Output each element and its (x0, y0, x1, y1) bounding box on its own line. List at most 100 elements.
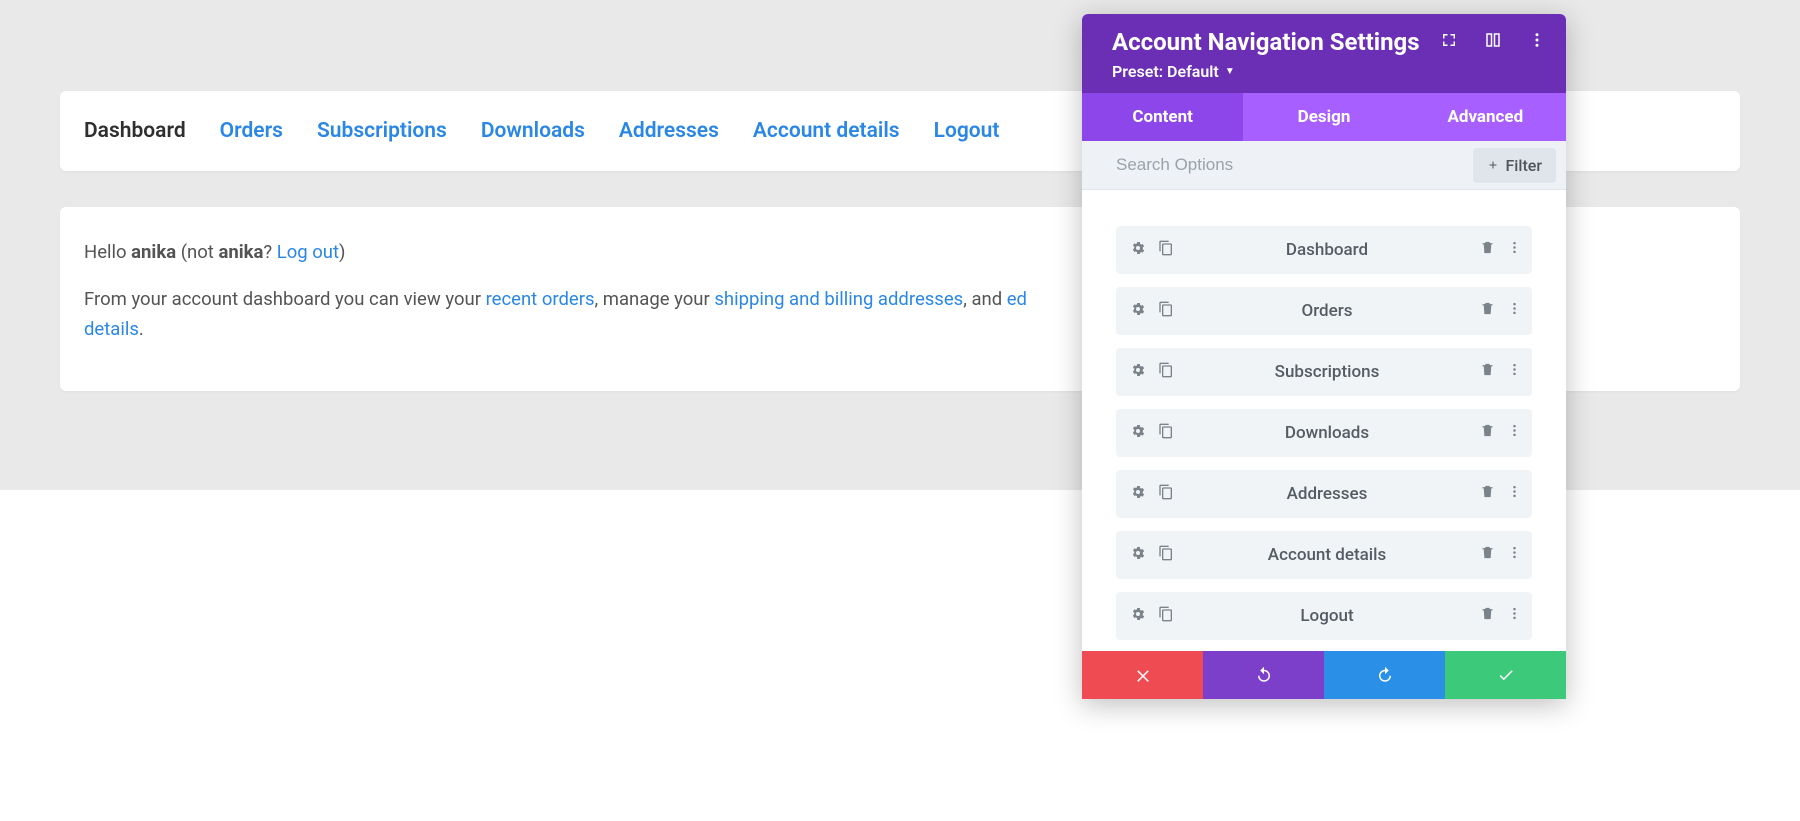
undo-button[interactable] (1203, 651, 1324, 699)
redo-icon (1376, 666, 1394, 684)
item-left-actions (1130, 240, 1174, 261)
check-icon (1497, 666, 1515, 684)
nav-setting-item[interactable]: Account details (1116, 531, 1532, 579)
duplicate-icon[interactable] (1158, 606, 1174, 627)
not-suffix: ? (263, 241, 276, 263)
nav-item-logout[interactable]: Logout (934, 119, 1000, 143)
more-icon[interactable] (1507, 606, 1522, 626)
item-right-actions (1480, 301, 1522, 321)
trash-icon[interactable] (1480, 362, 1495, 382)
item-left-actions (1130, 362, 1174, 383)
nav-item-downloads[interactable]: Downloads (481, 119, 585, 143)
item-label: Orders (1174, 301, 1480, 321)
username: anika (131, 241, 176, 263)
panel-footer (1082, 651, 1566, 699)
greeting-prefix: Hello (84, 241, 131, 263)
more-icon[interactable] (1507, 545, 1522, 565)
item-label: Logout (1174, 606, 1480, 626)
columns-icon[interactable] (1484, 31, 1502, 53)
not-prefix: (not (176, 241, 218, 263)
tab-content[interactable]: Content (1082, 93, 1243, 141)
trash-icon[interactable] (1480, 606, 1495, 626)
save-button[interactable] (1445, 651, 1566, 699)
panel-header: Account Navigation Settings Preset: Defa… (1082, 14, 1566, 93)
trash-icon[interactable] (1480, 545, 1495, 565)
item-label: Account details (1174, 545, 1480, 565)
trash-icon[interactable] (1480, 301, 1495, 321)
body-mid2: , and (963, 288, 1007, 310)
cancel-button[interactable] (1082, 651, 1203, 699)
nav-item-addresses[interactable]: Addresses (619, 119, 719, 143)
gear-icon[interactable] (1130, 606, 1146, 627)
items-list[interactable]: Dashboard Orders Subscriptions Downloads Add… (1082, 190, 1566, 651)
item-left-actions (1130, 545, 1174, 566)
chevron-down-icon: ▼ (1225, 66, 1235, 77)
item-left-actions (1130, 484, 1174, 505)
nav-setting-item[interactable]: Subscriptions (1116, 348, 1532, 396)
trash-icon[interactable] (1480, 484, 1495, 504)
nav-item-orders[interactable]: Orders (220, 119, 283, 143)
body-mid1: , manage your (595, 288, 715, 310)
preset-label: Preset: Default (1112, 62, 1219, 81)
item-label: Subscriptions (1174, 362, 1480, 382)
duplicate-icon[interactable] (1158, 545, 1174, 566)
nav-setting-item[interactable]: Logout (1116, 592, 1532, 640)
more-icon[interactable] (1507, 362, 1522, 382)
panel-header-actions (1440, 31, 1546, 53)
item-label: Addresses (1174, 484, 1480, 504)
expand-icon[interactable] (1440, 31, 1458, 53)
duplicate-icon[interactable] (1158, 240, 1174, 261)
duplicate-icon[interactable] (1158, 362, 1174, 383)
more-icon[interactable] (1507, 423, 1522, 443)
search-row: Filter (1082, 141, 1566, 190)
item-right-actions (1480, 606, 1522, 626)
nav-setting-item[interactable]: Addresses (1116, 470, 1532, 518)
filter-button[interactable]: Filter (1473, 148, 1556, 183)
duplicate-icon[interactable] (1158, 484, 1174, 505)
search-input[interactable] (1082, 141, 1473, 189)
more-icon[interactable] (1528, 31, 1546, 53)
settings-panel: Account Navigation Settings Preset: Defa… (1082, 14, 1566, 699)
gear-icon[interactable] (1130, 362, 1146, 383)
gear-icon[interactable] (1130, 301, 1146, 322)
more-icon[interactable] (1507, 301, 1522, 321)
item-label: Dashboard (1174, 240, 1480, 260)
nav-item-account-details[interactable]: Account details (753, 119, 900, 143)
item-right-actions (1480, 484, 1522, 504)
recent-orders-link[interactable]: recent orders (486, 288, 595, 310)
duplicate-icon[interactable] (1158, 423, 1174, 444)
nav-item-subscriptions[interactable]: Subscriptions (317, 119, 447, 143)
details-link[interactable]: details (84, 318, 139, 340)
logout-link[interactable]: Log out (277, 241, 339, 263)
trash-icon[interactable] (1480, 423, 1495, 443)
item-label: Downloads (1174, 423, 1480, 443)
gear-icon[interactable] (1130, 240, 1146, 261)
nav-setting-item[interactable]: Orders (1116, 287, 1532, 335)
gear-icon[interactable] (1130, 545, 1146, 566)
item-right-actions (1480, 423, 1522, 443)
edit-link-truncated[interactable]: ed (1007, 288, 1027, 310)
more-icon[interactable] (1507, 484, 1522, 504)
preset-selector[interactable]: Preset: Default ▼ (1112, 62, 1546, 81)
gear-icon[interactable] (1130, 484, 1146, 505)
nav-setting-item[interactable]: Downloads (1116, 409, 1532, 457)
plus-icon (1487, 159, 1499, 171)
tab-advanced[interactable]: Advanced (1405, 93, 1566, 141)
item-right-actions (1480, 545, 1522, 565)
undo-icon (1255, 666, 1273, 684)
item-left-actions (1130, 301, 1174, 322)
item-right-actions (1480, 240, 1522, 260)
gear-icon[interactable] (1130, 423, 1146, 444)
shipping-link[interactable]: shipping and billing addresses (714, 288, 963, 310)
panel-header-top: Account Navigation Settings (1112, 28, 1546, 56)
nav-setting-item[interactable]: Dashboard (1116, 226, 1532, 274)
redo-button[interactable] (1324, 651, 1445, 699)
filter-label: Filter (1505, 156, 1542, 175)
tab-design[interactable]: Design (1243, 93, 1404, 141)
item-left-actions (1130, 606, 1174, 627)
trash-icon[interactable] (1480, 240, 1495, 260)
close-icon (1134, 666, 1152, 684)
duplicate-icon[interactable] (1158, 301, 1174, 322)
nav-item-dashboard[interactable]: Dashboard (84, 119, 186, 143)
more-icon[interactable] (1507, 240, 1522, 260)
